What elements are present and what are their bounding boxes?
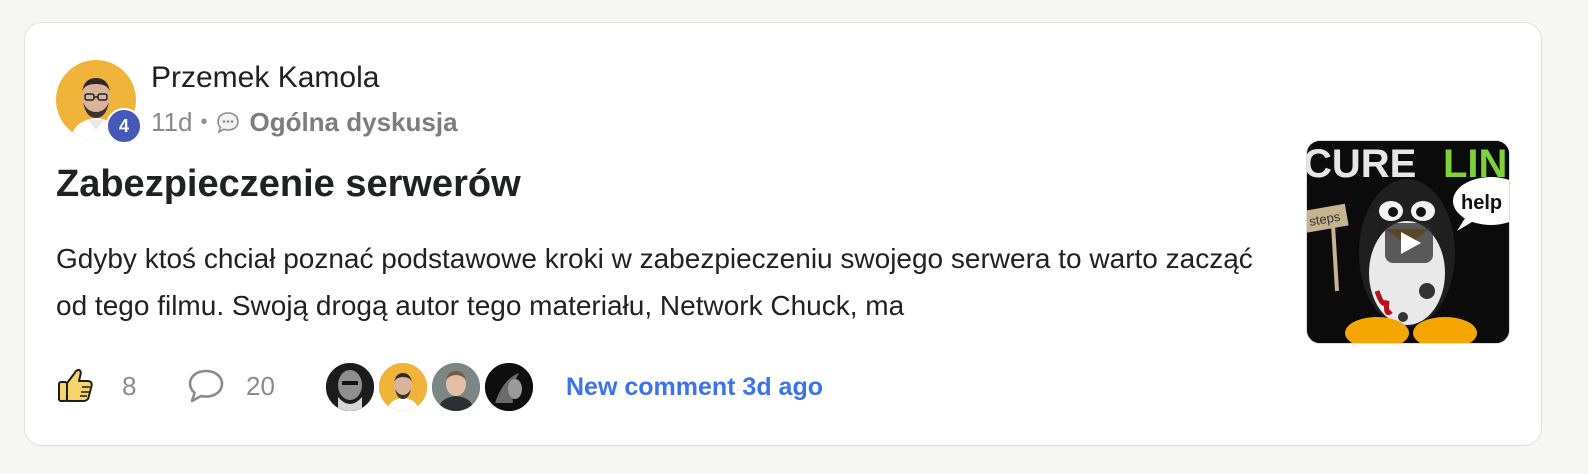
author-avatar-container[interactable]: 4 (56, 60, 142, 144)
commenter-avatar[interactable] (430, 361, 482, 413)
thumbnail-image: CURE LIN steps help (1307, 141, 1509, 343)
post-excerpt[interactable]: Gdyby ktoś chciał poznać podstawowe krok… (56, 235, 1256, 329)
commenter-avatar[interactable] (377, 361, 429, 413)
meta-separator: • (200, 111, 208, 133)
video-thumbnail[interactable]: CURE LIN steps help (1306, 140, 1510, 344)
thumbs-up-icon[interactable] (56, 365, 96, 410)
thumbnail-bubble-text: help (1461, 192, 1502, 214)
chat-bubble-icon (215, 110, 241, 136)
commenter-avatar[interactable] (324, 361, 376, 413)
post-title[interactable]: Zabezpieczenie serwerów (56, 163, 521, 206)
thumbnail-text-left: CURE (1307, 142, 1416, 186)
post-age[interactable]: 11d (151, 107, 192, 138)
like-count[interactable]: 8 (122, 371, 136, 402)
commenter-avatars (324, 361, 539, 415)
author-name[interactable]: Przemek Kamola (151, 61, 379, 95)
comment-count[interactable]: 20 (246, 371, 275, 402)
post-card[interactable]: 4 Przemek Kamola 11d • Ogólna dyskusja Z… (24, 22, 1542, 446)
category-link[interactable]: Ogólna dyskusja (249, 107, 457, 138)
comment-bubble-icon[interactable] (186, 367, 226, 410)
commenter-avatar[interactable] (483, 361, 535, 413)
like-button[interactable] (56, 365, 96, 410)
play-icon (1385, 223, 1433, 263)
level-badge: 4 (106, 108, 142, 144)
new-comment-link[interactable]: New comment 3d ago (566, 373, 823, 402)
post-meta: 11d • Ogólna dyskusja (151, 107, 458, 138)
